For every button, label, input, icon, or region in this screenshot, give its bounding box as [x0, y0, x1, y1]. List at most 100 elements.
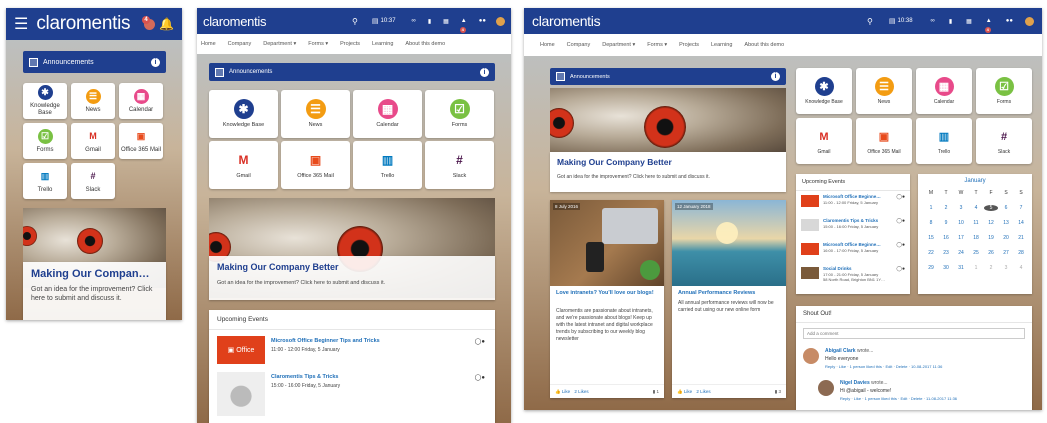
calendar-day[interactable]: 4 [969, 205, 983, 211]
calendar-day[interactable]: 2 [984, 265, 998, 271]
bookmark-icon[interactable]: ▮ [949, 18, 952, 25]
search-icon[interactable]: ⚲ [867, 17, 873, 26]
news-title[interactable]: Love intranets? You'll love our blogs! [556, 290, 660, 297]
app-tile-news[interactable]: ☰ News [856, 68, 912, 114]
brand-logo[interactable]: claromentis [203, 14, 266, 29]
people-icon[interactable]: ●● [1006, 18, 1013, 24]
avatar[interactable] [818, 380, 834, 396]
event-item[interactable]: Claromentis Tips & Tricks 15:00 - 16:00 F… [801, 218, 905, 240]
hero-card[interactable]: Making Our Company Better Got an idea fo… [209, 256, 495, 300]
calendar-day[interactable]: 18 [969, 235, 983, 241]
bell-icon[interactable]: ▲ 4 [459, 18, 467, 33]
announcements-bar[interactable]: Announcements i [209, 63, 495, 81]
attendance-icon[interactable]: ◯● [896, 194, 905, 200]
calendar-day[interactable]: 28 [1014, 250, 1028, 256]
app-tile-trello[interactable]: ▥ Trello [916, 118, 972, 164]
app-tile-office-365-mail[interactable]: ▣ Office 365 Mail [119, 123, 163, 159]
calendar-day-today[interactable]: 5 [984, 205, 998, 211]
comment-input[interactable] [803, 328, 1025, 339]
event-title[interactable]: Claromentis Tips & Tricks [271, 374, 338, 380]
hamburger-menu-icon[interactable]: ☰ [14, 14, 28, 34]
app-tile-office-365-mail[interactable]: ▣ Office 365 Mail [856, 118, 912, 164]
nav-item[interactable]: Home [540, 42, 555, 48]
like-button[interactable]: Like [562, 389, 570, 394]
event-item[interactable]: Social Drinks 17:00 - 21:00 Friday, 5 Jan… [801, 266, 905, 288]
likes-count[interactable]: 2 Likes [574, 389, 588, 394]
hero-card[interactable]: Making Our Compan… Got an idea for the i… [23, 262, 166, 320]
nav-item[interactable]: Learning [711, 42, 732, 48]
app-tile-forms[interactable]: ☑ Forms [23, 123, 67, 159]
app-tile-slack[interactable]: # Slack [425, 141, 494, 189]
app-tile-gmail[interactable]: M Gmail [796, 118, 852, 164]
calendar-day[interactable]: 23 [939, 250, 953, 256]
app-tile-news[interactable]: ☰ News [71, 83, 115, 119]
app-tile-knowledge-base[interactable]: ✱ Knowledge Base [209, 90, 278, 138]
calendar-day[interactable]: 27 [999, 250, 1013, 256]
nav-item[interactable]: Home [201, 41, 216, 47]
app-tile-news[interactable]: ☰ News [281, 90, 350, 138]
avatar[interactable]: 4 [142, 15, 156, 30]
app-tile-gmail[interactable]: M Gmail [71, 123, 115, 159]
app-tile-forms[interactable]: ☑ Forms [976, 68, 1032, 114]
like-button[interactable]: Like [684, 389, 692, 394]
calendar-day[interactable]: 2 [939, 205, 953, 211]
app-tile-office-365-mail[interactable]: ▣ Office 365 Mail [281, 141, 350, 189]
news-card[interactable]: 8 July 2016 Love intranets? You'll love … [550, 200, 664, 398]
people-icon[interactable]: ●● [479, 18, 486, 24]
news-card[interactable]: 12 January 2018 Annual Performance Revie… [672, 200, 786, 398]
calendar-day[interactable]: 29 [924, 265, 938, 271]
calendar-day[interactable]: 17 [954, 235, 968, 241]
event-item[interactable]: Claromentis Tips & Tricks 15:00 - 16:00 … [217, 372, 487, 418]
attendance-icon[interactable]: ◯● [896, 266, 905, 272]
avatar[interactable] [803, 348, 819, 364]
app-tile-gmail[interactable]: M Gmail [209, 141, 278, 189]
app-tile-calendar[interactable]: ▦ Calendar [916, 68, 972, 114]
apps-grid-icon[interactable]: ▦ [966, 18, 972, 25]
bell-icon[interactable]: ▲ 4 [984, 18, 992, 33]
bookmark-icon[interactable]: ▮ [428, 18, 431, 25]
nav-item[interactable]: Projects [679, 42, 699, 48]
event-item[interactable]: ▣ Office Microsoft Office Beginner Tips a… [217, 336, 487, 366]
info-icon[interactable]: i [771, 72, 780, 81]
calendar-day[interactable]: 26 [984, 250, 998, 256]
app-tile-slack[interactable]: # Slack [976, 118, 1032, 164]
calendar-day[interactable]: 3 [954, 205, 968, 211]
app-tile-calendar[interactable]: ▦ Calendar [353, 90, 422, 138]
app-tile-knowledge-base[interactable]: ✱ Knowledge Base [23, 83, 67, 119]
attendance-icon[interactable]: ◯● [896, 218, 905, 224]
nav-item[interactable]: Department ▾ [602, 42, 635, 48]
nav-item[interactable]: About this demo [405, 41, 445, 47]
post-author[interactable]: Nigel Davies [840, 380, 870, 386]
calendar-day[interactable]: 15 [924, 235, 938, 241]
calendar-day[interactable]: 22 [924, 250, 938, 256]
attendance-icon[interactable]: ◯● [896, 242, 905, 248]
comment-count[interactable]: ▮ 3 [775, 389, 781, 395]
event-item[interactable]: Microsoft Office Beginne… 11:00 - 12:00 F… [801, 194, 905, 216]
app-tile-calendar[interactable]: ▦ Calendar [119, 83, 163, 119]
calendar-day[interactable]: 20 [999, 235, 1013, 241]
app-tile-trello[interactable]: ▥ Trello [353, 141, 422, 189]
nav-item[interactable]: Projects [340, 41, 360, 47]
app-tile-knowledge-base[interactable]: ✱ Knowledge Base [796, 68, 852, 114]
info-icon[interactable]: i [480, 67, 489, 77]
news-title[interactable]: Annual Performance Reviews [678, 290, 782, 297]
app-tile-slack[interactable]: # Slack [71, 163, 115, 199]
calendar-day[interactable]: 4 [1014, 265, 1028, 271]
nav-item[interactable]: Company [228, 41, 252, 47]
event-title[interactable]: Social Drinks [823, 266, 852, 271]
event-item[interactable]: Microsoft Office Beginne… 16:00 - 17:00 F… [801, 242, 905, 264]
post-meta[interactable]: Reply · Like · 1 person liked this · Edi… [825, 364, 942, 369]
post-meta[interactable]: Reply · Like · 1 person liked this · Edi… [840, 396, 957, 401]
event-title[interactable]: Microsoft Office Beginne… [823, 194, 881, 199]
avatar[interactable] [496, 16, 505, 26]
search-icon[interactable]: ⚲ [352, 17, 358, 26]
comment-count[interactable]: ▮ 1 [653, 389, 659, 395]
nav-item[interactable]: Learning [372, 41, 393, 47]
calendar-day[interactable]: 21 [1014, 235, 1028, 241]
nav-item[interactable]: Company [567, 42, 591, 48]
attendance-icon[interactable]: ◯● [475, 338, 485, 345]
likes-count[interactable]: 2 Likes [696, 389, 710, 394]
calendar-day[interactable]: 11 [969, 220, 983, 226]
bell-icon[interactable]: 🔔 [159, 17, 174, 31]
calendar-day[interactable]: 25 [969, 250, 983, 256]
